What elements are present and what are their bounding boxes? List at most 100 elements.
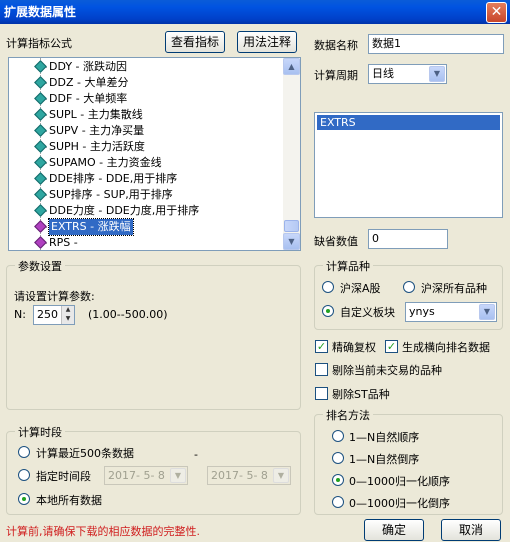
rank-opt1-radio[interactable] — [332, 430, 344, 442]
exclude-st-label: 剔除ST品种 — [332, 388, 390, 401]
ok-button[interactable]: 确定 — [364, 519, 424, 541]
formula-node-icon — [34, 76, 47, 89]
param-n-range: (1.00--500.00) — [88, 308, 168, 321]
tree-item[interactable]: SUPL - 主力集散线 — [9, 107, 283, 123]
formula-node-icon — [34, 204, 47, 217]
precise-checkbox[interactable]: ✓ — [315, 340, 328, 353]
tree-item[interactable]: SUPV - 主力净买量 — [9, 123, 283, 139]
period-recent-label: 计算最近500条数据 — [36, 447, 134, 460]
tree-item-label: SUPV - 主力净买量 — [49, 124, 145, 137]
scroll-up-icon[interactable]: ▲ — [283, 58, 300, 75]
variety-hsa-radio[interactable] — [322, 281, 334, 293]
formula-node-icon — [34, 60, 47, 73]
close-icon[interactable]: ✕ — [486, 2, 507, 23]
param-n-value: 250 — [37, 308, 58, 321]
date-from-value: 2017- 5- 8 — [108, 469, 165, 482]
rank-opt4-label: 0—1000归一化倒序 — [349, 497, 450, 510]
formula-node-icon — [34, 124, 47, 137]
variety-custom-radio[interactable] — [322, 305, 334, 317]
params-group-title: 参数设置 — [15, 258, 65, 274]
params-prompt: 请设置计算参数: — [14, 290, 95, 303]
rank-data-checkbox[interactable]: ✓ — [385, 340, 398, 353]
tree-item-label: DDE力度 - DDE力度,用于排序 — [49, 204, 200, 217]
tree-scrollbar[interactable]: ▲ ▼ — [283, 58, 300, 250]
data-name-input[interactable]: 数据1 — [368, 34, 504, 54]
variety-all-label: 沪深所有品种 — [421, 282, 487, 295]
period-recent-radio[interactable] — [18, 446, 30, 458]
tree-item-label: DDZ - 大单差分 — [49, 76, 129, 89]
period-range-radio[interactable] — [18, 469, 30, 481]
variety-all-radio[interactable] — [403, 281, 415, 293]
window-title: 扩展数据属性 — [4, 5, 77, 19]
tree-item[interactable]: SUP排序 - SUP,用于排序 — [9, 187, 283, 203]
ranking-group-title: 排名方法 — [323, 407, 373, 423]
tree-item-label: SUPAMO - 主力资金线 — [49, 156, 162, 169]
cycle-value: 日线 — [372, 67, 394, 80]
exclude-untraded-label: 剔除当前未交易的品种 — [332, 364, 442, 377]
period-range-label: 指定时间段 — [36, 470, 91, 483]
variety-custom-label: 自定义板块 — [340, 306, 395, 319]
cancel-button[interactable]: 取消 — [441, 519, 501, 541]
rank-opt4-radio[interactable] — [332, 496, 344, 508]
rank-opt2-radio[interactable] — [332, 452, 344, 464]
title-bar: 扩展数据属性 ✕ — [0, 0, 510, 24]
tree-item-label: SUPL - 主力集散线 — [49, 108, 143, 121]
params-group: 参数设置 — [6, 258, 301, 410]
spin-buttons[interactable]: ▲ ▼ — [61, 306, 74, 324]
exclude-untraded-checkbox[interactable] — [315, 363, 328, 376]
chevron-down-icon[interactable]: ▼ — [273, 468, 289, 483]
usage-notes-button[interactable]: 用法注释 — [237, 31, 297, 53]
chevron-down-icon[interactable]: ▼ — [170, 468, 186, 483]
param-n-label: N: — [14, 308, 26, 321]
chevron-down-icon[interactable]: ▼ — [429, 66, 445, 82]
date-from-select[interactable]: 2017- 5- 8 ▼ — [104, 466, 188, 485]
date-to-select[interactable]: 2017- 5- 8 ▼ — [207, 466, 291, 485]
tree-item[interactable]: DDE排序 - DDE,用于排序 — [9, 171, 283, 187]
data-name-value: 数据1 — [372, 37, 401, 50]
formula-node-icon — [34, 108, 47, 121]
default-value-input[interactable]: 0 — [368, 229, 448, 249]
tree-item[interactable]: SUPH - 主力活跃度 — [9, 139, 283, 155]
formula-node-icon — [34, 220, 47, 233]
rank-opt3-label: 0—1000归一化顺序 — [349, 475, 450, 488]
tree-item[interactable]: RPS - — [9, 235, 283, 250]
default-value: 0 — [372, 232, 379, 245]
tree-item[interactable]: EXTRS - 涨跌幅 — [9, 218, 283, 236]
tree-item[interactable]: DDE力度 - DDE力度,用于排序 — [9, 203, 283, 219]
cycle-select[interactable]: 日线 ▼ — [368, 64, 447, 84]
tree-item-label: SUPH - 主力活跃度 — [49, 140, 145, 153]
scroll-thumb[interactable] — [284, 220, 299, 232]
formula-node-icon — [34, 172, 47, 185]
scroll-down-icon[interactable]: ▼ — [283, 233, 300, 250]
formula-node-icon — [34, 92, 47, 105]
chevron-down-icon[interactable]: ▼ — [479, 304, 495, 320]
rank-opt1-label: 1—N自然顺序 — [349, 431, 420, 444]
tree-item[interactable]: DDZ - 大单差分 — [9, 75, 283, 91]
formula-label: 计算指标公式 — [6, 37, 72, 50]
footer-warning: 计算前,请确保下载的相应数据的完整性. — [6, 525, 200, 538]
exclude-st-checkbox[interactable] — [315, 387, 328, 400]
tree-item-label: EXTRS - 涨跌幅 — [48, 218, 134, 236]
tree-item[interactable]: SUPAMO - 主力资金线 — [9, 155, 283, 171]
variety-hsa-label: 沪深A股 — [340, 282, 381, 295]
spin-up-icon[interactable]: ▲ — [62, 306, 74, 315]
precise-label: 精确复权 — [332, 341, 376, 354]
param-n-stepper[interactable]: 250 ▲ ▼ — [33, 305, 75, 325]
list-item[interactable]: EXTRS — [317, 115, 500, 130]
custom-block-value: ynys — [409, 305, 435, 318]
period-group-title: 计算时段 — [15, 424, 65, 440]
spin-down-icon[interactable]: ▼ — [62, 315, 74, 324]
formula-node-icon — [34, 140, 47, 153]
tree-item[interactable]: DDY - 涨跌动因 — [9, 59, 283, 75]
rank-opt2-label: 1—N自然倒序 — [349, 453, 420, 466]
formula-tree[interactable]: ▲ ▼ DDY - 涨跌动因 DDZ - 大单差分 DDF - 大单频率 SUPL -… — [8, 57, 301, 251]
tree-item[interactable]: DDF - 大单频率 — [9, 91, 283, 107]
custom-block-select[interactable]: ynys ▼ — [405, 302, 497, 322]
view-indicator-button[interactable]: 查看指标 — [165, 31, 225, 53]
tree-item-label: RPS - — [49, 236, 78, 249]
date-to-value: 2017- 5- 8 — [211, 469, 268, 482]
period-all-radio[interactable] — [18, 493, 30, 505]
rank-opt3-radio[interactable] — [332, 474, 344, 486]
formula-node-icon — [34, 156, 47, 169]
formula-listbox[interactable]: EXTRS — [314, 112, 503, 218]
